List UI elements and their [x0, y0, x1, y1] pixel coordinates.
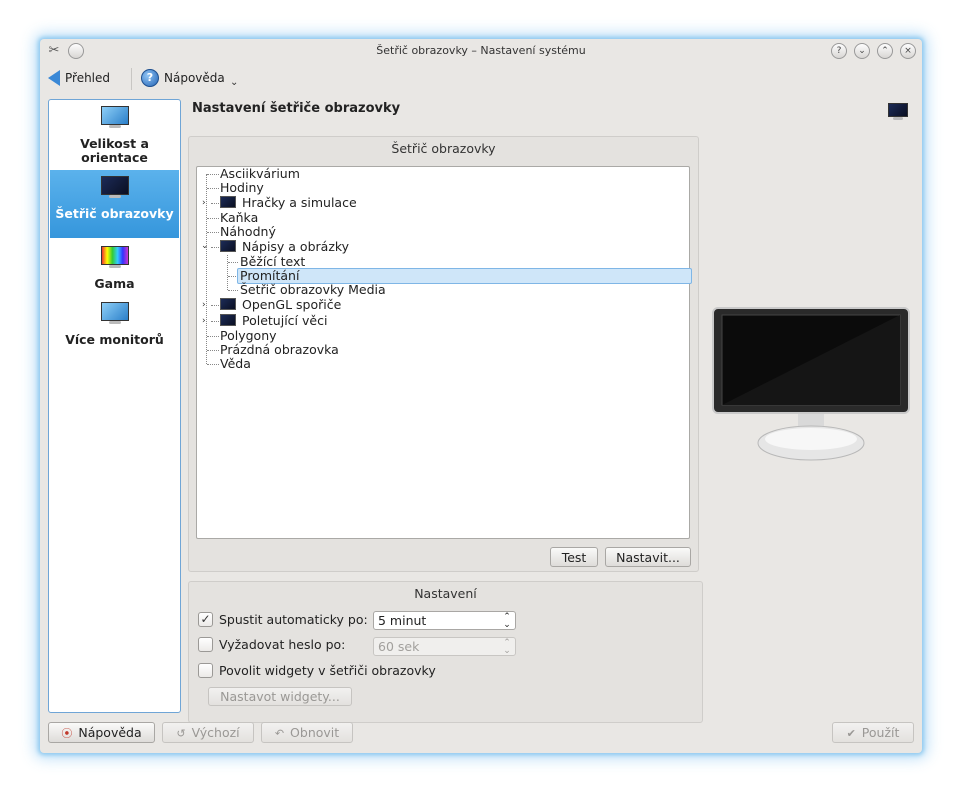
auto-start-checkbox[interactable]: ✓ — [198, 612, 213, 627]
chevron-down-icon[interactable]: ⌄ — [230, 77, 238, 88]
help-icon: ? — [141, 69, 159, 87]
close-button[interactable]: × — [900, 43, 916, 59]
back-arrow-icon — [48, 70, 60, 86]
tree-item[interactable]: Kaňka — [220, 211, 258, 225]
screensaver-icon — [100, 176, 129, 198]
window-title: Šetřič obrazovky – Nastavení systému — [376, 44, 586, 57]
expand-icon[interactable]: › — [202, 196, 206, 210]
tree-item[interactable]: Věda — [220, 357, 251, 371]
tree-item[interactable]: OpenGL spořiče — [220, 298, 341, 312]
tree-item-label: Nápisy a obrázky — [242, 239, 350, 254]
defaults-icon: ↺ — [176, 727, 186, 740]
widgets-checkbox[interactable] — [198, 663, 213, 678]
collapse-icon[interactable]: ⌄ — [201, 239, 209, 253]
group-title: Šetřič obrazovky — [391, 141, 496, 156]
monitor-icon — [100, 302, 129, 324]
sidebar-item-label: Více monitorů — [65, 332, 164, 347]
toolbar: Přehled ? Nápověda ⌄ — [40, 63, 922, 93]
screensaver-preview — [712, 307, 910, 461]
help-button[interactable]: ⦿ Nápověda — [48, 722, 155, 743]
monitor-icon — [100, 106, 129, 128]
tree-item[interactable]: Prázdná obrazovka — [220, 343, 339, 357]
title-bar: ✂ Šetřič obrazovky – Nastavení systému ?… — [40, 39, 922, 63]
test-button[interactable]: Test — [550, 547, 598, 567]
toolbar-separator — [131, 68, 132, 90]
module-icon — [888, 103, 908, 121]
help-button-label: Nápověda — [78, 725, 142, 740]
gamma-icon — [100, 246, 129, 268]
tree-item[interactable]: Náhodný — [220, 225, 276, 239]
widgets-label: Povolit widgety v šetřiči obrazovky — [219, 663, 436, 678]
page-title: Nastavení šetřiče obrazovky — [192, 101, 401, 116]
sidebar-item-label: Šetřič obrazovky — [55, 206, 174, 221]
settings-window: ✂ Šetřič obrazovky – Nastavení systému ?… — [40, 39, 922, 753]
password-label: Vyžadovat heslo po: — [219, 637, 346, 652]
auto-start-value: 5 minut — [378, 613, 427, 628]
sidebar-item-gamma[interactable]: Gama — [50, 246, 179, 294]
spinner-icon: ⌃ ⌄ — [503, 612, 511, 630]
password-delay-select: 60 sek ⌃ ⌄ — [373, 637, 516, 656]
minimize-button[interactable]: ⌄ — [854, 43, 870, 59]
group-title: Nastavení — [414, 586, 477, 601]
tree-item-label: Poletující věci — [242, 313, 328, 328]
screensaver-tree[interactable]: Asciikvárium Hodiny › Hračky a simulace … — [196, 166, 692, 539]
tree-item[interactable]: Hračky a simulace — [220, 196, 357, 210]
password-checkbox[interactable] — [198, 637, 213, 652]
tree-item-label: Hračky a simulace — [242, 195, 357, 210]
sidebar-item-label: Velikost a orientace — [80, 136, 149, 165]
overview-button[interactable]: Přehled — [48, 68, 110, 88]
help-icon: ⦿ — [61, 727, 73, 740]
auto-start-select[interactable]: 5 minut ⌃ ⌄ — [373, 611, 516, 630]
tree-line — [227, 255, 228, 290]
sidebar-item-multi-monitor[interactable]: Více monitorů — [50, 302, 179, 350]
overview-label: Přehled — [65, 71, 111, 85]
expand-icon[interactable]: › — [202, 314, 206, 328]
tree-item[interactable]: Šetřič obrazovky Media — [240, 283, 386, 297]
maximize-button[interactable]: ⌃ — [877, 43, 893, 59]
auto-start-label: Spustit automaticky po: — [219, 612, 368, 627]
configure-widgets-button: Nastavot widgety... — [208, 687, 352, 706]
tree-item[interactable]: Běžící text — [240, 255, 305, 269]
reset-button: ↶ Obnovit — [261, 722, 353, 743]
tree-item[interactable]: Nápisy a obrázky — [220, 240, 349, 254]
expand-icon[interactable]: › — [202, 298, 206, 312]
apply-button-label: Použít — [861, 725, 900, 740]
tree-item[interactable]: Poletující věci — [220, 314, 327, 328]
reset-button-label: Obnovit — [290, 725, 340, 740]
help-toolbar-button[interactable]: ? Nápověda — [141, 68, 225, 88]
checkmark-icon: ✔ — [846, 727, 856, 740]
sidebar-item-size-orientation[interactable]: Velikost a orientace — [50, 106, 179, 168]
screensaver-folder-icon — [220, 298, 236, 310]
spinner-icon: ⌃ ⌄ — [503, 638, 511, 656]
tree-item-label: OpenGL spořiče — [242, 297, 342, 312]
defaults-button: ↺ Výchozí — [162, 722, 254, 743]
tree-item[interactable]: Polygony — [220, 329, 277, 343]
setup-button[interactable]: Nastavit... — [605, 547, 691, 567]
screensaver-folder-icon — [220, 314, 236, 326]
undo-icon: ↶ — [274, 727, 285, 740]
tree-item[interactable]: Hodiny — [220, 181, 264, 195]
screensaver-folder-icon — [220, 196, 236, 208]
sidebar: Velikost a orientace Šetřič obrazovky Ga… — [48, 99, 181, 713]
sidebar-item-label: Gama — [94, 276, 135, 291]
defaults-button-label: Výchozí — [191, 725, 240, 740]
apply-button: ✔ Použít — [832, 722, 914, 743]
tree-item[interactable]: Asciikvárium — [220, 167, 300, 181]
help-toolbar-label: Nápověda — [164, 71, 225, 85]
help-title-button[interactable]: ? — [831, 43, 847, 59]
sidebar-item-screensaver[interactable]: Šetřič obrazovky — [50, 170, 179, 238]
password-delay-value: 60 sek — [378, 639, 420, 654]
screensaver-folder-icon — [220, 240, 236, 252]
